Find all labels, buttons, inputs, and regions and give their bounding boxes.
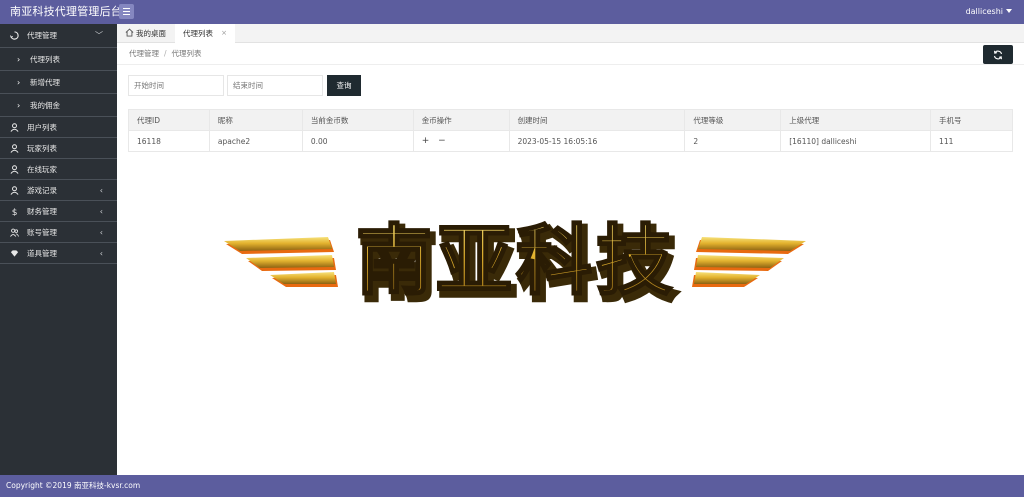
- tab-bar: 我的桌面 代理列表 ×: [117, 24, 1024, 43]
- breadcrumb-parent[interactable]: 代理管理: [129, 49, 159, 58]
- column-header: 代理等级: [684, 109, 782, 131]
- agent-table: 代理ID 昵称 当前金币数 金币操作 创建时间 代理等级 上级代理 手机号 16…: [128, 109, 1013, 152]
- cell-agent-id: 16118: [128, 130, 210, 152]
- home-icon: [125, 28, 134, 37]
- column-header: 手机号: [930, 109, 1013, 131]
- column-header: 当前金币数: [302, 109, 414, 131]
- tab-agent-list[interactable]: 代理列表 ×: [175, 24, 235, 43]
- chevron-left-icon: ‹: [99, 228, 103, 237]
- sidebar-group-agent-management[interactable]: 代理管理 ﹀: [0, 24, 117, 48]
- cell-created-at: 2023-05-15 16:05:16: [509, 130, 686, 152]
- query-button[interactable]: 查询: [327, 75, 361, 96]
- sidebar-item-game-records[interactable]: 游戏记录 ‹: [0, 180, 117, 201]
- breadcrumb-current: 代理列表: [171, 49, 202, 58]
- chevron-right-icon: ›: [17, 101, 21, 110]
- logo-right-wing: [692, 237, 806, 287]
- copyright-text: Copyright ©2019 南亚科技-kvsr.com: [6, 481, 141, 490]
- footer: Copyright ©2019 南亚科技-kvsr.com: [0, 475, 1024, 497]
- chevron-right-icon: ›: [17, 55, 21, 64]
- app-title: 南亚科技代理管理后台: [10, 5, 122, 18]
- start-time-input[interactable]: [128, 75, 224, 96]
- cell-phone: 111: [930, 130, 1013, 152]
- column-header: 上级代理: [780, 109, 932, 131]
- hamburger-icon-line: [123, 11, 130, 12]
- sidebar-item-label: 道具管理: [27, 249, 57, 258]
- sidebar-item-finance[interactable]: $ 财务管理 ‹: [0, 201, 117, 222]
- column-header: 代理ID: [128, 109, 210, 131]
- sidebar: 代理管理 ﹀ › 代理列表 › 新增代理 › 我的佣金 用户列表 玩家列表 在线玩家 …: [0, 24, 117, 475]
- table-header-row: 代理ID 昵称 当前金币数 金币操作 创建时间 代理等级 上级代理 手机号: [128, 109, 1013, 131]
- cell-agent-level: 2: [684, 130, 782, 152]
- logo-text: 南亚科技: [356, 216, 676, 304]
- sidebar-subitem-my-commission[interactable]: › 我的佣金: [0, 94, 117, 117]
- user-icon: [10, 144, 19, 153]
- sidebar-item-online-players[interactable]: 在线玩家: [0, 159, 117, 180]
- sidebar-item-label: 玩家列表: [27, 144, 57, 153]
- users-icon: [10, 228, 19, 237]
- user-icon: [10, 165, 19, 174]
- tab-home[interactable]: 我的桌面: [125, 24, 166, 43]
- tab-label: 我的桌面: [136, 29, 166, 38]
- top-bar: 南亚科技代理管理后台 dalliceshi: [0, 0, 1024, 24]
- chevron-right-icon: ›: [17, 78, 21, 87]
- caret-down-icon: [1006, 9, 1012, 13]
- svg-text:$: $: [12, 208, 18, 216]
- refresh-button[interactable]: [983, 45, 1013, 64]
- sidebar-subitem-label: 我的佣金: [30, 101, 60, 110]
- sidebar-subitem-add-agent[interactable]: › 新增代理: [0, 71, 117, 94]
- end-time-input[interactable]: [227, 75, 323, 96]
- column-header: 创建时间: [509, 109, 686, 131]
- coin-add-subtract-buttons[interactable]: + −: [422, 136, 449, 146]
- sidebar-subitem-label: 代理列表: [30, 55, 60, 64]
- hamburger-icon: [123, 8, 130, 9]
- cell-nickname: apache2: [209, 130, 303, 152]
- breadcrumb-separator: /: [164, 49, 167, 58]
- sidebar-item-player-list[interactable]: 玩家列表: [0, 138, 117, 159]
- sidebar-item-accounts[interactable]: 账号管理 ‹: [0, 222, 117, 243]
- close-icon[interactable]: ×: [221, 24, 227, 43]
- sidebar-item-label: 用户列表: [27, 123, 57, 132]
- column-header: 昵称: [209, 109, 303, 131]
- sidebar-item-label: 账号管理: [27, 228, 57, 237]
- breadcrumb: 代理管理 / 代理列表: [129, 43, 202, 65]
- column-header: 金币操作: [413, 109, 510, 131]
- chevron-left-icon: ‹: [99, 207, 103, 216]
- sidebar-item-user-list[interactable]: 用户列表: [0, 117, 117, 138]
- recycle-icon: [10, 31, 19, 40]
- user-icon: [10, 186, 19, 195]
- sidebar-subitem-label: 新增代理: [30, 78, 60, 87]
- chevron-down-icon: ﹀: [95, 31, 103, 40]
- breadcrumb-bar: 代理管理 / 代理列表: [117, 43, 1024, 65]
- sidebar-item-label: 在线玩家: [27, 165, 57, 174]
- brand-logo: 南亚科技 南亚科技: [224, 215, 806, 304]
- sidebar-item-label: 财务管理: [27, 207, 57, 216]
- logo-left-wing: [224, 237, 338, 287]
- sidebar-group-label: 代理管理: [27, 31, 57, 40]
- diamond-icon: [10, 250, 19, 257]
- refresh-icon: [993, 50, 1003, 59]
- table-row: 16118 apache2 0.00 + − 2023-05-15 16:05:…: [128, 130, 1013, 152]
- sidebar-item-props[interactable]: 道具管理 ‹: [0, 243, 117, 264]
- menu-toggle-button[interactable]: [119, 4, 134, 19]
- cell-parent-agent: [16110] dalliceshi: [780, 130, 932, 152]
- user-name: dalliceshi: [965, 7, 1003, 16]
- hamburger-icon-line: [123, 14, 130, 15]
- tab-label: 代理列表: [183, 29, 213, 38]
- sidebar-subitem-agent-list[interactable]: › 代理列表: [0, 48, 117, 71]
- cell-coin-ops: + −: [413, 130, 510, 152]
- cell-coins: 0.00: [302, 130, 414, 152]
- chevron-left-icon: ‹: [99, 186, 103, 195]
- user-icon: [10, 123, 19, 132]
- dollar-icon: $: [12, 208, 18, 216]
- user-menu[interactable]: dalliceshi: [966, 0, 1012, 24]
- chevron-left-icon: ‹: [99, 249, 103, 258]
- sidebar-item-label: 游戏记录: [27, 186, 57, 195]
